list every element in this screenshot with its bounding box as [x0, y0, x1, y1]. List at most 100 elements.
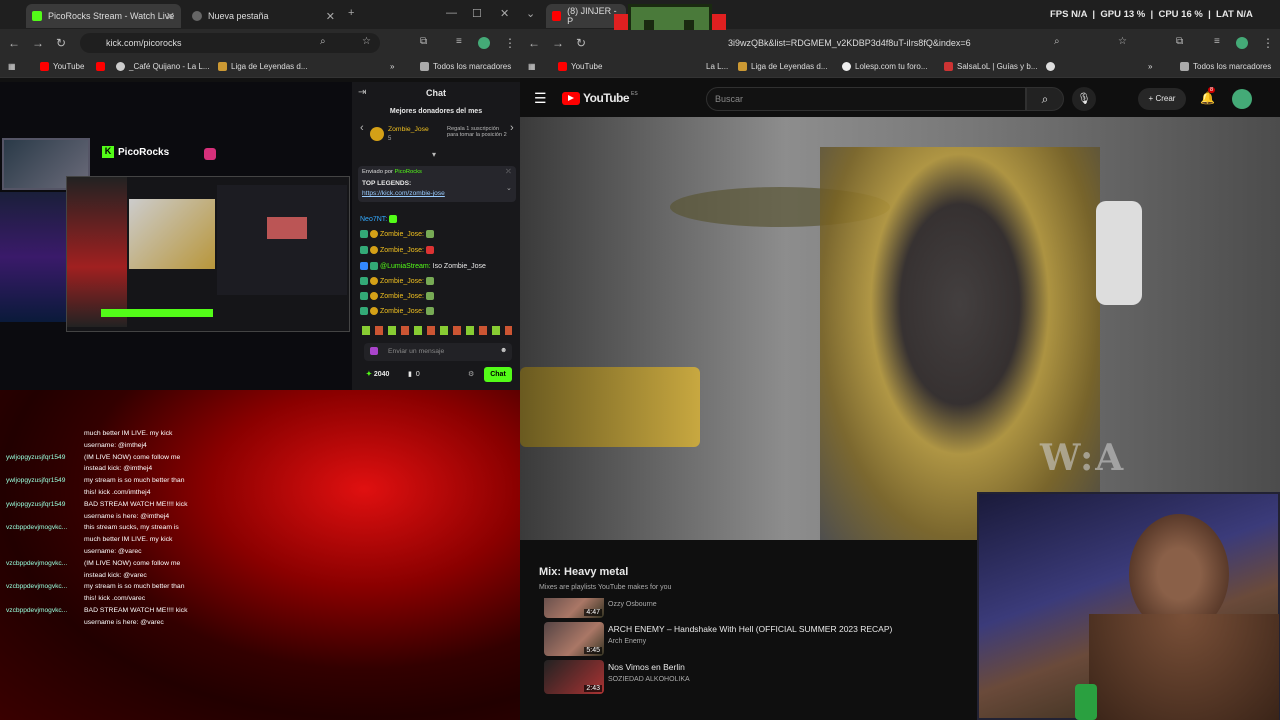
spam-username[interactable]: vzcbppdevjmogvkc...	[6, 524, 67, 531]
search-input[interactable]: Buscar	[706, 87, 1026, 111]
bookmark-star-icon[interactable]: ☆	[1118, 36, 1127, 47]
avatar[interactable]	[1232, 89, 1252, 109]
chevron-right-icon[interactable]: »	[390, 62, 394, 71]
tab-picorocks[interactable]: PicoRocks Stream - Watch Live ✕	[26, 4, 181, 28]
hamburger-menu-icon[interactable]: ☰	[534, 90, 547, 107]
forward-icon[interactable]: →	[32, 36, 44, 50]
menu-icon[interactable]: ⋮	[1262, 36, 1274, 50]
gift-prompt[interactable]: Regala 1 suscripción para tomar la posic…	[447, 126, 507, 139]
new-tab-icon[interactable]: +	[348, 7, 354, 19]
back-icon[interactable]: ←	[8, 36, 20, 50]
playlist-item[interactable]: 5:45 ARCH ENEMY – Handshake With Hell (O…	[530, 622, 978, 658]
emote-picker-icon[interactable]	[370, 347, 378, 355]
apps-icon[interactable]: ▦	[528, 62, 536, 71]
message-input[interactable]: Enviar un mensaje ☻	[364, 343, 512, 361]
pinned-title: TOP LEGENDS:	[362, 180, 412, 187]
spam-username[interactable]: ywljopgyzusjfqr1549	[6, 454, 65, 461]
chevron-right-icon[interactable]: »	[1148, 62, 1152, 71]
chat-message: Neo7NT:	[360, 215, 399, 223]
bookmark-cafe[interactable]: _Café Quijano - La L...	[116, 62, 210, 71]
media-icon[interactable]: ≡	[1214, 36, 1220, 47]
bookmark-all[interactable]: Todos los marcadores	[1180, 62, 1271, 71]
drink-can	[1075, 684, 1097, 720]
channel-points[interactable]: ✦ 2040	[366, 370, 389, 379]
youtube-header: ☰ YouTube ES Buscar ⌕ 🎙 + Crear 🔔 8	[520, 82, 1280, 117]
bookmark-cafe[interactable]: La L...	[706, 62, 728, 71]
stream-side-art	[0, 192, 66, 322]
zoom-icon[interactable]: ⌕	[320, 36, 326, 47]
create-button[interactable]: + Crear	[1138, 88, 1186, 110]
mic-button[interactable]: 🎙	[1072, 87, 1096, 111]
zoom-icon[interactable]: ⌕	[1054, 36, 1060, 47]
watermark-logo: W:A	[1040, 437, 1126, 479]
mix-subtitle: Mixes are playlists YouTube makes for yo…	[539, 584, 672, 591]
chat-settings-icon[interactable]: ⚙	[468, 370, 474, 378]
unpin-icon[interactable]: ⤫	[506, 169, 511, 176]
spam-username[interactable]: ywljopgyzusjfqr1549	[6, 477, 65, 484]
spam-message-text: much better IM LIVE. my kick	[84, 430, 173, 437]
chevron-down-icon[interactable]: ▾	[432, 150, 436, 159]
media-icon[interactable]: ≡	[456, 36, 462, 47]
extensions-icon[interactable]: ⧉	[1176, 36, 1183, 47]
youtube-logo[interactable]: YouTube ES	[562, 91, 638, 105]
emote-bar[interactable]	[362, 326, 512, 335]
bookmark-salsalol[interactable]: SalsaLoL | Guías y b...	[944, 62, 1038, 71]
stream-screen-capture	[66, 176, 350, 332]
minimize-icon[interactable]: —	[446, 7, 457, 19]
bookmark-star-icon[interactable]: ☆	[362, 36, 371, 47]
avatar[interactable]	[478, 37, 490, 49]
spam-message-text: my stream is so much better than	[84, 477, 185, 485]
pinned-sent-by: Enviado por PicoRocks	[362, 169, 422, 175]
back-icon[interactable]: ←	[528, 36, 540, 50]
close-tab-icon[interactable]: ✕	[326, 10, 335, 23]
playlist-item[interactable]: 4:47 Ozzy Osbourne	[530, 598, 978, 618]
close-window-icon[interactable]: ✕	[500, 7, 509, 20]
spam-username[interactable]: vzcbppdevjmogvkc...	[6, 560, 67, 567]
top-donor-name[interactable]: Zombie_Jose	[388, 126, 429, 133]
bookmark-youtube[interactable]: YouTube	[558, 62, 602, 71]
forward-icon[interactable]: →	[552, 36, 564, 50]
reload-icon[interactable]: ↻	[576, 36, 586, 50]
tab-new[interactable]: Nueva pestaña ✕	[186, 4, 341, 28]
reload-icon[interactable]: ↻	[56, 36, 66, 50]
stream-video[interactable]: K PicoRocks	[0, 82, 352, 390]
menu-icon[interactable]: ⋮	[504, 36, 516, 50]
globe-icon	[192, 11, 202, 21]
bookmark-liga[interactable]: Liga de Leyendas d...	[738, 62, 828, 71]
extensions-icon[interactable]: ⧉	[420, 36, 427, 47]
perf-overlay: FPS N/A | GPU 13 % | CPU 16 % | LAT N/A	[1050, 9, 1253, 20]
playlist-item[interactable]: 2:43 Nos Vimos en Berlin SOZIEDAD ALKOHO…	[530, 660, 978, 696]
bookmark-youtube[interactable]: YouTube	[40, 62, 84, 71]
spam-username[interactable]: vzcbppdevjmogvkc...	[6, 583, 67, 590]
search-button[interactable]: ⌕	[1026, 87, 1064, 111]
expand-pinned-icon[interactable]: ⌄	[506, 184, 512, 192]
close-tab-icon[interactable]: ✕	[166, 10, 175, 23]
bookmark-lolesp[interactable]: Lolesp.com tu foro...	[842, 62, 927, 71]
pinned-link[interactable]: https://kick.com/zombie-jose	[362, 190, 445, 197]
send-chat-button[interactable]: Chat	[484, 367, 512, 382]
spam-username[interactable]: vzcbppdevjmogvkc...	[6, 607, 67, 614]
notifications-button[interactable]: 🔔 8	[1200, 87, 1216, 105]
apps-icon[interactable]: ▦	[8, 62, 16, 71]
left-address-bar: ← → ↻ kick.com/picorocks ⌕ ☆ ⧉ ≡ ⋮	[0, 30, 520, 56]
youtube-tab-icon	[552, 11, 562, 21]
emoji-icon[interactable]: ☻	[500, 347, 507, 354]
url-input[interactable]: 3i9wzQBk&list=RDGMEM_v2KDBP3d4f8uT-iIrs8…	[724, 33, 1044, 53]
chevron-right-icon[interactable]: ›	[510, 122, 514, 134]
chat-message: Zombie_Jose:	[360, 292, 436, 300]
bookmark-all[interactable]: Todos los marcadores	[420, 62, 511, 71]
bookmark-liga[interactable]: Liga de Leyendas d...	[218, 62, 308, 71]
maximize-icon[interactable]: ☐	[472, 7, 482, 20]
kick-tab-icon	[32, 11, 42, 21]
mix-title: Mix: Heavy metal	[539, 566, 629, 578]
notification-count: 8	[1208, 87, 1216, 93]
spam-message-text: my stream is so much better than	[84, 583, 185, 591]
drum-image	[520, 367, 700, 447]
avatar[interactable]	[1236, 37, 1248, 49]
spam-username[interactable]: ywljopgyzusjfqr1549	[6, 501, 65, 508]
chevron-left-icon[interactable]: ‹	[360, 122, 364, 134]
url-input[interactable]: kick.com/picorocks	[80, 33, 380, 53]
youtube-video-player[interactable]: W:A	[520, 117, 1280, 540]
tab-search-icon[interactable]: ⌄	[526, 7, 535, 20]
globe-icon[interactable]	[1046, 62, 1059, 71]
